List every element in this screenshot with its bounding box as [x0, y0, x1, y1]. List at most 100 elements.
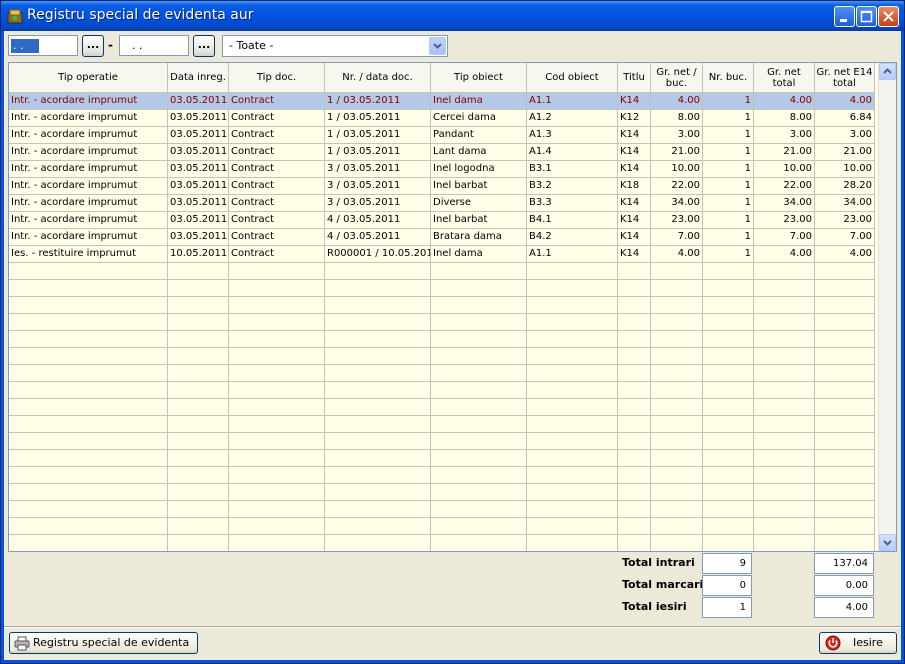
empty-row[interactable]: [9, 467, 875, 484]
table-cell: [229, 450, 325, 467]
table-cell: [431, 314, 527, 331]
table-cell: [754, 314, 815, 331]
column-header[interactable]: Tip doc.: [229, 63, 325, 92]
table-cell: B4.2: [527, 229, 618, 246]
table-cell: [325, 467, 431, 484]
table-row[interactable]: Intr. - acordare imprumut 03.05.2011 Contr…: [9, 110, 875, 127]
empty-row[interactable]: [9, 518, 875, 535]
column-header[interactable]: Tip obiect: [431, 63, 527, 92]
date-from-picker-button[interactable]: ...: [82, 35, 104, 57]
table-cell: 4.00: [815, 93, 875, 110]
table-cell: K14: [618, 229, 651, 246]
empty-row[interactable]: [9, 314, 875, 331]
table-cell: [168, 535, 229, 551]
chevron-up-icon: [883, 68, 892, 74]
empty-row[interactable]: [9, 297, 875, 314]
table-cell: Contract: [229, 93, 325, 110]
empty-row[interactable]: [9, 331, 875, 348]
table-row[interactable]: Ies. - restituire imprumut 10.05.2011 Cont…: [9, 246, 875, 263]
column-header[interactable]: Titlu: [618, 63, 651, 92]
table-cell: [431, 331, 527, 348]
table-row[interactable]: Intr. - acordare imprumut 03.05.2011 Contr…: [9, 212, 875, 229]
minimize-button[interactable]: [834, 6, 855, 27]
table-row[interactable]: Intr. - acordare imprumut 03.05.2011 Contr…: [9, 161, 875, 178]
table-cell: [431, 280, 527, 297]
table-row[interactable]: Intr. - acordare imprumut 03.05.2011 Contr…: [9, 229, 875, 246]
table-cell: 10.00: [754, 161, 815, 178]
column-header[interactable]: Tip operatie: [9, 63, 168, 92]
table-cell: [651, 365, 703, 382]
date-from-field[interactable]: . .: [8, 35, 78, 56]
empty-row[interactable]: [9, 501, 875, 518]
table-row[interactable]: Intr. - acordare imprumut 03.05.2011 Contr…: [9, 178, 875, 195]
empty-row[interactable]: [9, 484, 875, 501]
vertical-scrollbar[interactable]: [878, 63, 896, 551]
print-register-button[interactable]: Registru special de evidenta: [9, 632, 198, 654]
table-cell: 03.05.2011: [168, 110, 229, 127]
table-cell: 1: [703, 127, 754, 144]
table-cell: [168, 518, 229, 535]
column-header[interactable]: Nr. / data doc.: [325, 63, 431, 92]
empty-row[interactable]: [9, 365, 875, 382]
table-cell: K12: [618, 110, 651, 127]
table-cell: K14: [618, 195, 651, 212]
table-cell: 4 / 03.05.2011: [325, 212, 431, 229]
table-cell: 34.00: [651, 195, 703, 212]
app-icon: [7, 9, 23, 24]
empty-row[interactable]: [9, 535, 875, 551]
column-header[interactable]: Gr. net / buc.: [651, 63, 703, 92]
table-cell: [651, 399, 703, 416]
table-cell: [229, 501, 325, 518]
table-cell: Contract: [229, 246, 325, 263]
table-cell: [229, 518, 325, 535]
table-cell: [754, 416, 815, 433]
operation-type-select[interactable]: - Toate -: [222, 35, 448, 57]
exit-button[interactable]: Iesire: [819, 632, 897, 654]
empty-row[interactable]: [9, 382, 875, 399]
date-to-field[interactable]: . .: [119, 35, 189, 56]
table-cell: 1 / 03.05.2011: [325, 144, 431, 161]
empty-row[interactable]: [9, 263, 875, 280]
table-row[interactable]: Intr. - acordare imprumut 03.05.2011 Contr…: [9, 144, 875, 161]
table-cell: [618, 501, 651, 518]
records-grid[interactable]: Tip operatie Data inreg. Tip doc. Nr. / dat…: [8, 62, 897, 552]
column-header[interactable]: Gr. net total: [754, 63, 815, 92]
table-cell: [618, 348, 651, 365]
empty-row[interactable]: [9, 399, 875, 416]
scroll-down-button[interactable]: [879, 534, 896, 551]
maximize-button[interactable]: [856, 6, 877, 27]
table-cell: [618, 484, 651, 501]
column-header[interactable]: Cod obiect: [527, 63, 618, 92]
column-header[interactable]: Gr. net E14 total: [815, 63, 875, 92]
table-cell: [9, 297, 168, 314]
empty-row[interactable]: [9, 450, 875, 467]
empty-row[interactable]: [9, 280, 875, 297]
table-row[interactable]: Intr. - acordare imprumut 03.05.2011 Contr…: [9, 127, 875, 144]
table-cell: [325, 450, 431, 467]
table-cell: [651, 433, 703, 450]
title-bar[interactable]: Registru special de evidenta aur: [1, 1, 904, 31]
date-to-picker-button[interactable]: ...: [193, 35, 215, 57]
table-cell: [815, 365, 875, 382]
empty-row[interactable]: [9, 416, 875, 433]
empty-row[interactable]: [9, 348, 875, 365]
empty-row[interactable]: [9, 433, 875, 450]
scroll-up-button[interactable]: [879, 63, 896, 80]
dropdown-arrow-button[interactable]: [429, 37, 446, 55]
table-cell: [229, 416, 325, 433]
table-cell: 03.05.2011: [168, 212, 229, 229]
close-button[interactable]: [878, 6, 899, 27]
table-cell: [431, 348, 527, 365]
table-row[interactable]: Intr. - acordare imprumut 03.05.2011 Contr…: [9, 93, 875, 110]
table-cell: [325, 331, 431, 348]
footer-divider: [4, 626, 901, 628]
table-cell: 1: [703, 93, 754, 110]
table-cell: [431, 399, 527, 416]
table-cell: [754, 297, 815, 314]
close-icon: [883, 11, 894, 22]
table-row[interactable]: Intr. - acordare imprumut 03.05.2011 Contr…: [9, 195, 875, 212]
column-header[interactable]: Data inreg.: [168, 63, 229, 92]
table-cell: [703, 535, 754, 551]
table-cell: [229, 365, 325, 382]
column-header[interactable]: Nr. buc.: [703, 63, 754, 92]
